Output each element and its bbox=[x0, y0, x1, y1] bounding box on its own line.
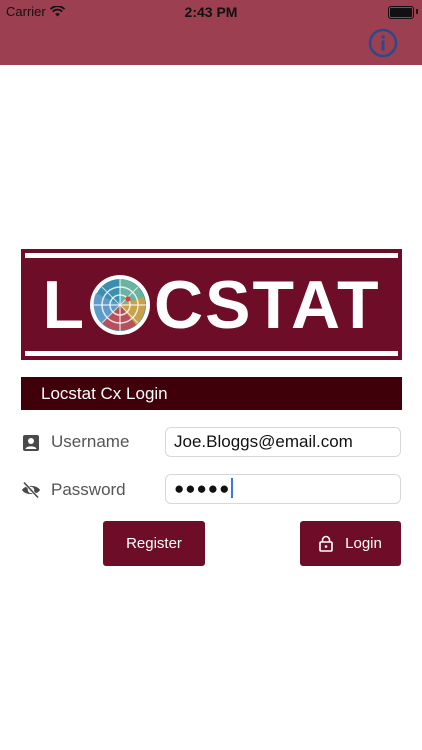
username-input[interactable]: Joe.Bloggs@email.com bbox=[165, 427, 401, 457]
info-circle-icon bbox=[368, 28, 398, 58]
text-caret bbox=[231, 478, 234, 498]
logo-letters-cstat: CSTAT bbox=[153, 266, 381, 343]
status-time: 2:43 PM bbox=[184, 4, 238, 20]
navigation-bar: Carrier 2:43 PM bbox=[0, 0, 422, 65]
register-button-label: Register bbox=[126, 535, 182, 552]
lock-icon bbox=[319, 535, 333, 552]
eye-off-icon[interactable] bbox=[21, 480, 41, 500]
logo-bottom-stripe bbox=[25, 351, 398, 356]
logo-wordmark: L CSTAT bbox=[21, 266, 402, 343]
login-button[interactable]: Login bbox=[300, 521, 401, 566]
register-button[interactable]: Register bbox=[103, 521, 205, 566]
password-input[interactable]: ●●●●● bbox=[165, 474, 401, 504]
account-box-icon bbox=[23, 435, 39, 451]
info-button[interactable] bbox=[368, 28, 398, 58]
password-dots: ●●●●● bbox=[174, 479, 231, 498]
password-label: Password bbox=[51, 480, 126, 499]
username-label: Username bbox=[51, 432, 130, 451]
logo-top-stripe bbox=[25, 253, 398, 258]
battery-icon bbox=[388, 6, 414, 19]
locstat-logo: L CSTAT bbox=[21, 249, 402, 360]
login-button-label: Login bbox=[345, 535, 382, 552]
status-bar: Carrier 2:43 PM bbox=[0, 0, 422, 22]
radar-globe-icon bbox=[89, 274, 150, 335]
battery-tip bbox=[416, 9, 418, 14]
login-title: Locstat Cx Login bbox=[41, 384, 168, 403]
login-title-bar: Locstat Cx Login bbox=[21, 377, 402, 410]
logo-letter-l: L bbox=[42, 266, 86, 343]
